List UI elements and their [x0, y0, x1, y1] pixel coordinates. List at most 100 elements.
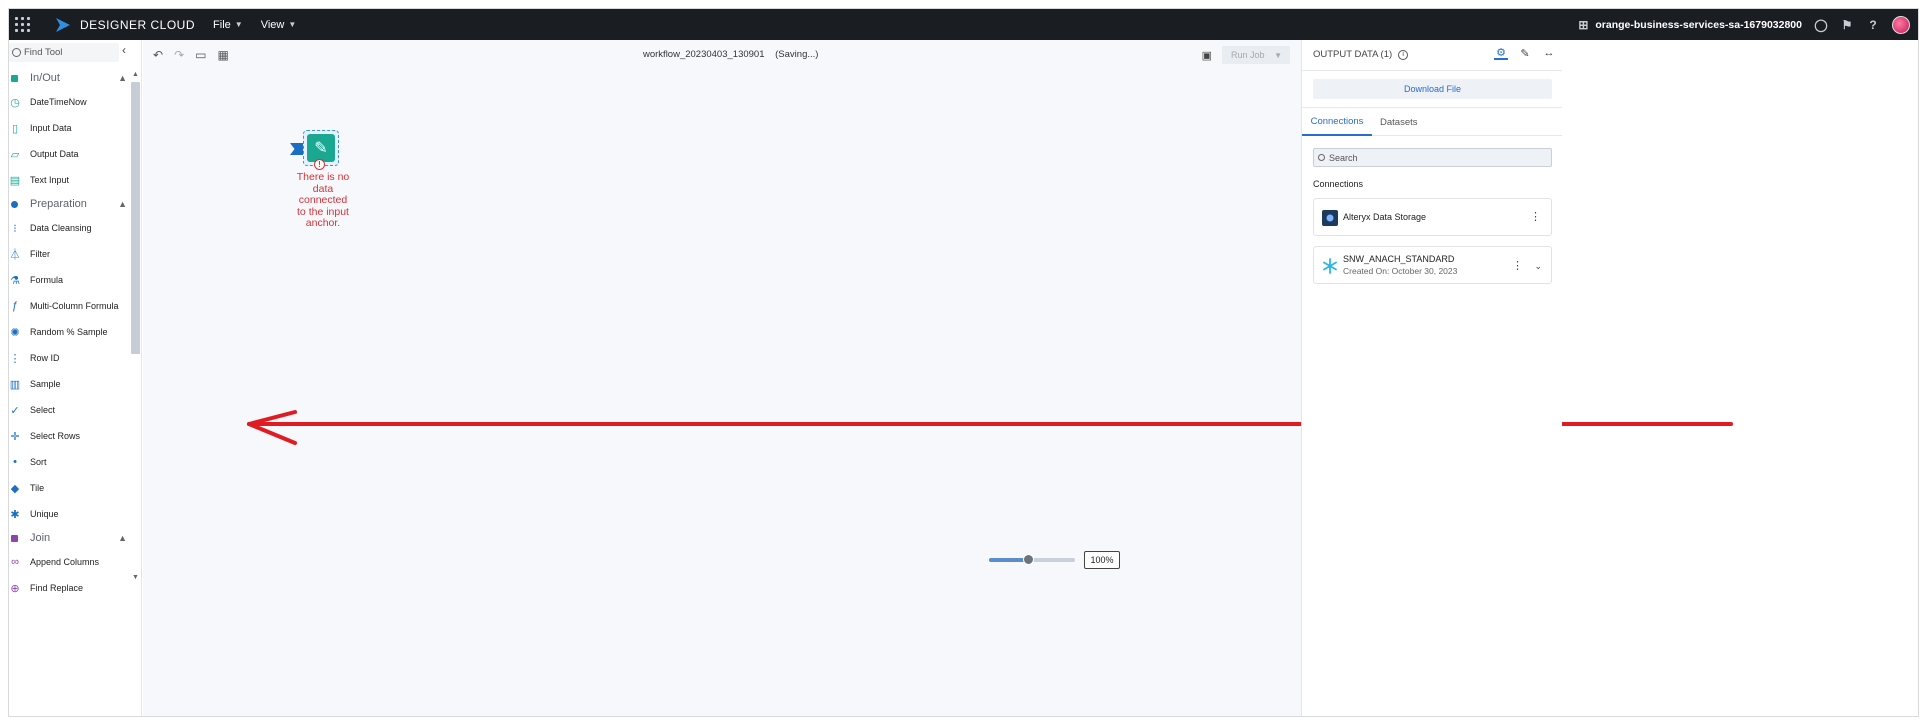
tool-sample[interactable]: ▥ Sample [9, 371, 127, 397]
diamond-icon: ◆ [10, 482, 20, 495]
section-in-out[interactable]: In/Out ▲ [9, 67, 127, 89]
app-grid-icon[interactable] [14, 16, 32, 34]
warning-icon: ! [314, 159, 325, 170]
results-icon[interactable]: ▦ [217, 48, 228, 62]
tool-random-sample[interactable]: ✺ Random % Sample [9, 319, 127, 345]
tool-select[interactable]: ✓ Select [9, 397, 127, 423]
tool-label: Output Data [30, 149, 79, 159]
connection-card-snowflake[interactable]: SNW_ANACH_STANDARD Created On: October 3… [1313, 246, 1552, 284]
kebab-menu-icon[interactable]: ⋮ [1512, 261, 1523, 272]
connection-name: SNW_ANACH_STANDARD [1343, 254, 1455, 264]
gear-icon[interactable]: ⚙ [1494, 46, 1508, 60]
zoom-control: 100% [989, 551, 1120, 569]
output-data-node[interactable]: ✎ ! [290, 130, 342, 170]
tab-datasets[interactable]: Datasets [1380, 108, 1418, 136]
panel-tabs: Connections Datasets [1302, 108, 1562, 136]
chevron-down-icon[interactable]: ⌄ [1534, 261, 1542, 272]
download-file-button[interactable]: Download File [1313, 79, 1552, 99]
expand-panel-icon[interactable]: ↔ [1542, 46, 1556, 60]
zoom-slider-handle[interactable] [1022, 554, 1034, 565]
designer-cloud-logo-icon [56, 17, 70, 32]
menu-view[interactable]: View ▼ [261, 19, 297, 31]
search-icon [12, 48, 21, 57]
chat-icon[interactable]: ◯ [1814, 18, 1828, 32]
tool-label: Sort [30, 457, 47, 467]
avatar[interactable] [1892, 15, 1910, 34]
search-placeholder: Search [1329, 152, 1358, 163]
announcements-icon[interactable]: ⚑ [1840, 18, 1854, 32]
pencil-icon: ▱ [10, 148, 20, 161]
snowflake-icon [1323, 258, 1337, 274]
tool-text-input[interactable]: ▤ Text Input [9, 167, 127, 193]
output-data-tool-icon: ✎ [307, 134, 335, 162]
zoom-level-input[interactable]: 100% [1084, 551, 1120, 569]
help-icon[interactable]: ? [1866, 18, 1880, 32]
connection-card-alteryx[interactable]: Alteryx Data Storage ⋮ [1313, 198, 1552, 236]
tool-unique[interactable]: ✱ Unique [9, 501, 127, 527]
configuration-panel: OUTPUT DATA (1) i ⚙ ✎ ↔ Download File Co… [1301, 40, 1562, 716]
tool-tile[interactable]: ◆ Tile [9, 475, 127, 501]
calendar-icon[interactable]: ▣ [1202, 49, 1212, 62]
workspace-switcher[interactable]: ⊞ orange-business-services-sa-1679032800 [1576, 18, 1802, 32]
tool-input-data[interactable]: ▯ Input Data [9, 115, 127, 141]
tool-row-id[interactable]: ⋮ Row ID [9, 345, 127, 371]
panel-title: OUTPUT DATA (1) [1313, 49, 1393, 60]
collapse-panel-icon[interactable]: ‹ [122, 43, 126, 57]
tool-datetimenow[interactable]: ◷ DateTimeNow [9, 89, 127, 115]
section-color-icon [11, 534, 18, 542]
dice-icon: ✺ [10, 326, 20, 339]
section-color-icon [11, 74, 18, 82]
tool-find-replace[interactable]: ⊕ Find Replace [9, 575, 127, 601]
input-anchor-icon[interactable] [290, 143, 303, 155]
info-icon[interactable]: i [1398, 49, 1409, 60]
chevron-up-icon[interactable]: ▲ [118, 533, 127, 543]
panel-header-icons: ⚙ ✎ ↔ [1494, 46, 1556, 60]
divider [1302, 70, 1562, 71]
tool-list-scrollbar[interactable] [131, 82, 140, 354]
kebab-menu-icon[interactable]: ⋮ [1530, 212, 1541, 223]
panel-header: OUTPUT DATA (1) i [1313, 49, 1409, 60]
chevron-down-icon: ▼ [1274, 50, 1282, 60]
tool-label: Formula [30, 275, 64, 285]
find-tool-input[interactable]: Find Tool [9, 43, 119, 62]
tool-label: Row ID [30, 353, 60, 363]
zoom-slider[interactable] [989, 554, 1075, 565]
connection-created-date: Created On: October 30, 2023 [1343, 266, 1458, 276]
scroll-up-icon[interactable]: ▲ [132, 71, 139, 78]
tool-label: Find Replace [30, 583, 84, 593]
canvas-toolbar: ↶ ↷ ▭ ▦ [153, 48, 229, 62]
wrench-icon[interactable]: ✎ [1518, 46, 1532, 60]
connection-name: Alteryx Data Storage [1343, 212, 1427, 222]
tool-formula[interactable]: ⚗ Formula [9, 267, 127, 293]
tab-connections[interactable]: Connections [1302, 108, 1372, 136]
chevron-down-icon: ▼ [288, 20, 297, 29]
tool-palette: Find Tool ‹ In/Out ▲ ◷ DateTimeNow ▯ Input Da… [9, 40, 142, 716]
clock-icon: ◷ [10, 96, 20, 109]
chevron-up-icon[interactable]: ▲ [118, 199, 127, 209]
workspace-name: orange-business-services-sa-1679032800 [1595, 18, 1802, 31]
chevron-up-icon[interactable]: ▲ [118, 73, 127, 83]
tool-filter[interactable]: ⏃ Filter [9, 241, 127, 267]
top-bar: DESIGNER CLOUD File ▼ View ▼ ⊞ orange-bu… [9, 9, 1918, 40]
section-join[interactable]: Join ▲ [9, 527, 127, 549]
scroll-down-icon[interactable]: ▼ [132, 574, 139, 581]
tool-append-columns[interactable]: ∞ Append Columns [9, 549, 127, 575]
run-job-button[interactable]: Run Job ▼ [1222, 46, 1290, 64]
section-preparation[interactable]: Preparation ▲ [9, 193, 127, 215]
tool-output-data[interactable]: ▱ Output Data [9, 141, 127, 167]
comment-icon[interactable]: ▭ [195, 48, 206, 62]
tool-label: Input Data [30, 123, 72, 133]
search-input[interactable]: Search [1313, 148, 1552, 167]
undo-icon[interactable]: ↶ [153, 48, 163, 62]
tool-sort[interactable]: • Sort [9, 449, 127, 475]
tool-multi-column-formula[interactable]: ƒ Multi-Column Formula [9, 293, 127, 319]
menu-file[interactable]: File ▼ [213, 19, 243, 31]
tool-label: Tile [30, 483, 45, 493]
tool-select-rows[interactable]: ✛ Select Rows [9, 423, 127, 449]
redo-icon[interactable]: ↷ [174, 48, 184, 62]
workflow-name: workflow_20230403_130901 [643, 49, 765, 60]
tool-label: Select [30, 405, 56, 415]
tool-data-cleansing[interactable]: ⁝ Data Cleansing [9, 215, 127, 241]
link-icon: ∞ [11, 556, 19, 568]
workflow-canvas[interactable]: ↶ ↷ ▭ ▦ workflow_20230403_130901 (Saving… [143, 40, 1301, 716]
